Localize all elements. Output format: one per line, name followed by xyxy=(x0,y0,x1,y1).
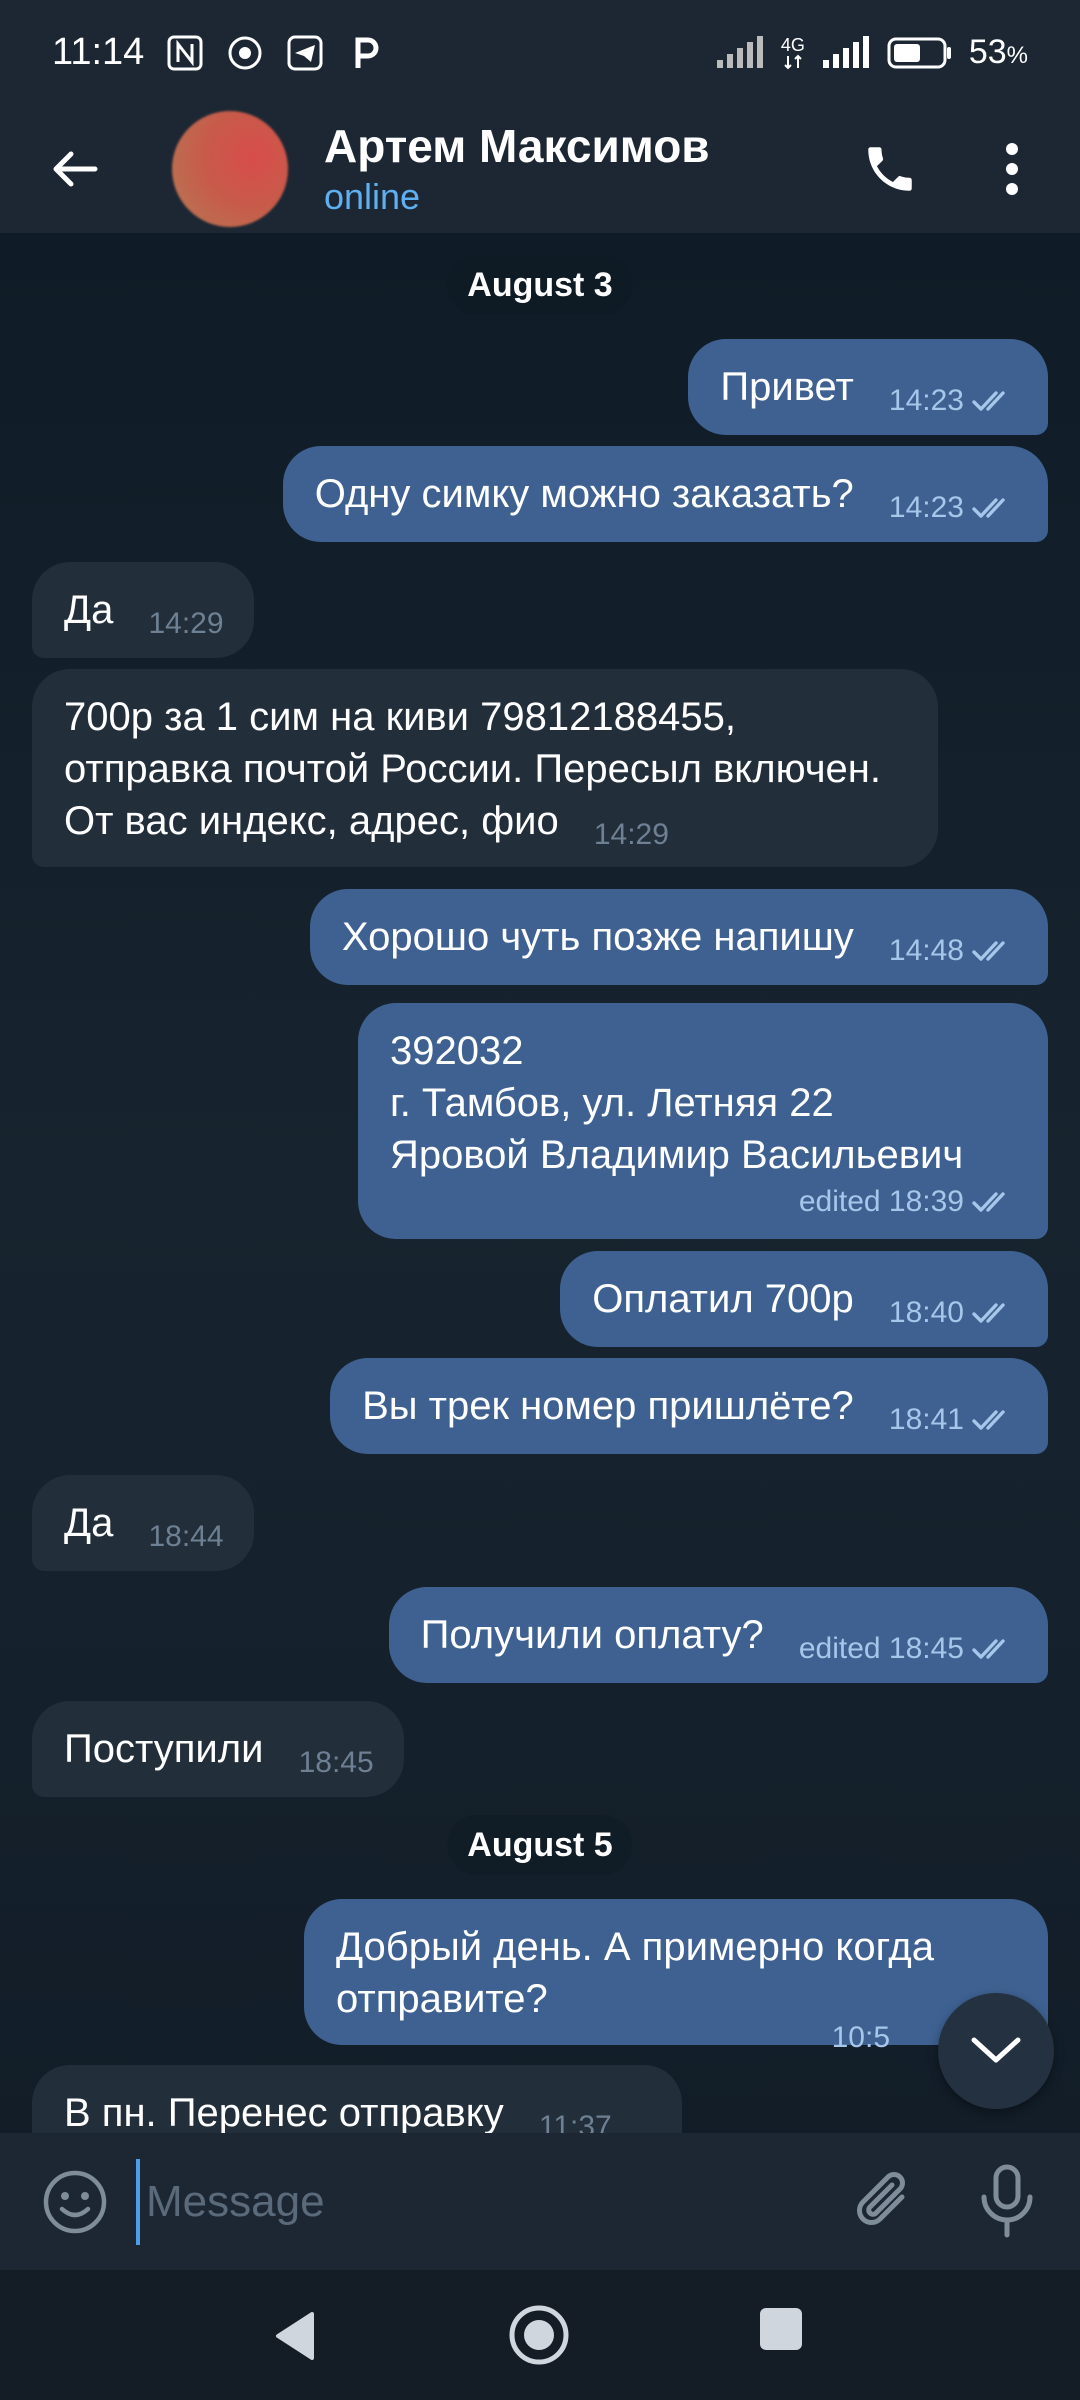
message-meta: 14:23 xyxy=(889,386,1018,416)
chat-header: Артем Максимов online xyxy=(0,105,1080,233)
chrome-icon xyxy=(228,36,262,69)
message-text: 392032 г. Тамбов, ул. Летняя 22 Яровой В… xyxy=(390,1029,964,1177)
message-text: 700р за 1 сим на киви 79812188455, отпра… xyxy=(64,695,881,843)
message-meta: 18:40 xyxy=(889,1298,1018,1328)
message-meta: edited 18:45 xyxy=(799,1634,1018,1664)
message-meta: 14:23 xyxy=(889,493,1018,523)
message-meta: edited 18:39 xyxy=(390,1185,1018,1219)
message-bubble-outgoing[interactable]: Вы трек номер пришлёте? 18:41 xyxy=(330,1358,1048,1454)
message-bubble-outgoing[interactable]: Оплатил 700р 18:40 xyxy=(560,1251,1048,1347)
smile-icon[interactable] xyxy=(40,2167,110,2237)
signal-2-icon xyxy=(822,35,869,68)
message-meta: 18:41 xyxy=(889,1405,1018,1435)
message-bubble-incoming[interactable]: Да 14:29 xyxy=(32,562,254,658)
avatar[interactable] xyxy=(172,111,288,227)
message-text: Оплатил 700р xyxy=(592,1277,854,1321)
message-list[interactable]: August 3 Привет 14:23 Одну симку можно з… xyxy=(0,233,1080,2133)
message-text: Добрый день. А примерно когда отправите? xyxy=(336,1925,934,2021)
message-text: Получили оплату? xyxy=(420,1613,764,1657)
message-time: 14:29 xyxy=(593,818,669,851)
message-bubble-outgoing[interactable]: Хорошо чуть позже напишу 14:48 xyxy=(309,889,1048,985)
more-vertical-icon xyxy=(1006,143,1018,195)
message-text: Да xyxy=(64,588,114,632)
message-bubble-incoming[interactable]: 700р за 1 сим на киви 79812188455, отпра… xyxy=(32,669,938,867)
double-check-icon xyxy=(972,1192,1005,1212)
nav-recents-icon[interactable] xyxy=(760,2308,802,2350)
message-composer xyxy=(0,2133,1080,2270)
status-bar: 11:14 4G 53% xyxy=(0,0,1080,105)
signal-icon xyxy=(716,35,763,68)
message-time: 18:45 xyxy=(298,1746,374,1779)
message-text: Одну симку можно заказать? xyxy=(314,472,854,516)
date-separator: August 5 xyxy=(447,1815,633,1875)
message-time: 11:37 xyxy=(538,2110,612,2134)
battery-percent: 53% xyxy=(968,33,1028,71)
telegram-icon xyxy=(287,35,323,70)
message-text: Привет xyxy=(720,365,854,409)
call-button[interactable] xyxy=(848,127,932,211)
message-time: 18:44 xyxy=(148,1520,224,1553)
message-bubble-incoming[interactable]: Да 18:44 xyxy=(32,1475,254,1571)
double-check-icon xyxy=(972,1410,1005,1430)
battery-icon xyxy=(887,37,951,68)
microphone-icon[interactable] xyxy=(972,2163,1042,2239)
message-bubble-outgoing[interactable]: Одну симку можно заказать? 14:23 xyxy=(282,446,1048,542)
message-text: Поступили xyxy=(64,1727,264,1771)
message-text: В пн. Перенес отправку xyxy=(64,2091,504,2133)
scroll-to-bottom-button[interactable] xyxy=(938,1993,1054,2109)
chevron-down-icon xyxy=(971,2037,1021,2063)
arrow-left-icon xyxy=(53,151,98,187)
back-button[interactable] xyxy=(30,124,120,214)
contact-status: online xyxy=(324,176,421,217)
paperclip-icon[interactable] xyxy=(850,2167,920,2237)
contact-name: Артем Максимов xyxy=(324,120,710,172)
more-options-button[interactable] xyxy=(980,127,1044,211)
message-meta: 10:5 xyxy=(831,2021,890,2054)
double-check-icon xyxy=(972,1639,1005,1659)
system-nav-bar xyxy=(0,2270,1080,2400)
double-check-icon xyxy=(972,1303,1005,1323)
message-bubble-outgoing[interactable]: Получили оплату? edited 18:45 xyxy=(388,1587,1048,1683)
message-bubble-outgoing[interactable]: Добрый день. А примерно когда отправите?… xyxy=(304,1899,1048,2054)
parking-icon xyxy=(355,37,379,68)
message-time: 14:29 xyxy=(148,607,224,640)
phone-icon xyxy=(868,147,912,191)
double-check-icon xyxy=(972,498,1005,518)
network-indicator: 4G xyxy=(781,36,805,70)
nfc-icon xyxy=(167,35,203,70)
message-text: Вы трек номер пришлёте? xyxy=(362,1384,854,1428)
message-text: Да xyxy=(64,1501,114,1545)
double-check-icon xyxy=(972,941,1005,961)
message-bubble-outgoing[interactable]: Привет 14:23 xyxy=(688,339,1048,435)
double-check-icon xyxy=(972,391,1005,411)
contact-info[interactable]: Артем Максимов online xyxy=(324,118,710,220)
message-bubble-incoming[interactable]: Поступили 18:45 xyxy=(32,1701,404,1797)
nav-back-icon[interactable] xyxy=(266,2306,326,2366)
message-bubble-incoming[interactable]: В пн. Перенес отправку 11:37 xyxy=(32,2065,682,2133)
message-input[interactable] xyxy=(136,2159,816,2245)
date-separator: August 3 xyxy=(447,255,633,315)
status-time: 11:14 xyxy=(52,31,145,73)
message-meta: 14:48 xyxy=(889,936,1018,966)
data-arrows-icon xyxy=(784,54,802,69)
message-text: Хорошо чуть позже напишу xyxy=(341,915,854,959)
message-bubble-outgoing[interactable]: 392032 г. Тамбов, ул. Летняя 22 Яровой В… xyxy=(358,1003,1048,1239)
nav-home-icon[interactable] xyxy=(506,2302,572,2368)
